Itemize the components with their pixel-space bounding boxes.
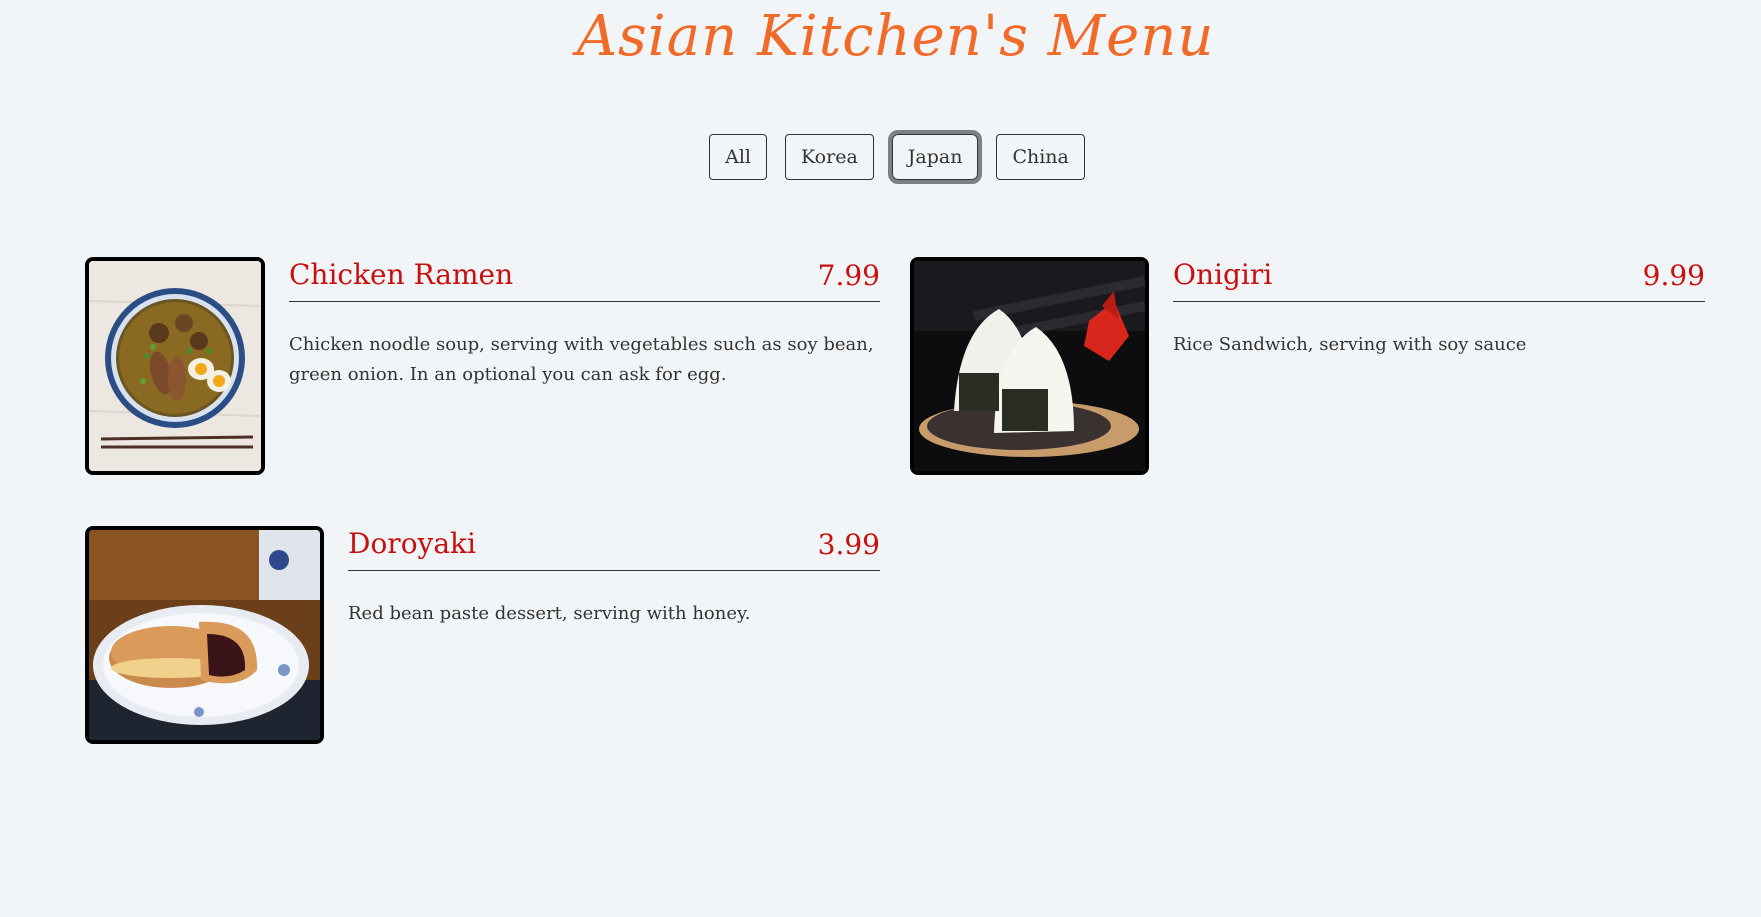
item-price: 9.99 (1642, 259, 1705, 292)
menu-item-onigiri: Onigiri 9.99 Rice Sandwich, serving with… (910, 257, 1705, 475)
page-title: Asian Kitchen's Menu (576, 4, 1215, 69)
chicken-ramen-header: Chicken Ramen 7.99 (289, 257, 880, 302)
onigiri-details: Onigiri 9.99 Rice Sandwich, serving with… (1173, 257, 1705, 475)
doroyaki-header: Doroyaki 3.99 (348, 526, 880, 571)
chicken-ramen-details: Chicken Ramen 7.99 Chicken noodle soup, … (289, 257, 880, 475)
doroyaki-image (89, 530, 320, 740)
item-name: Onigiri (1173, 258, 1273, 291)
filter-korea-button[interactable]: Korea (785, 134, 874, 180)
item-name: Doroyaki (348, 527, 476, 560)
filter-china-button[interactable]: China (996, 134, 1085, 180)
item-name: Chicken Ramen (289, 258, 514, 291)
item-price: 7.99 (817, 259, 880, 292)
filter-all-button[interactable]: All (709, 134, 767, 180)
onigiri-image (914, 261, 1145, 471)
item-description: Red bean paste dessert, serving with hon… (348, 603, 751, 624)
menu-item-doroyaki: Doroyaki 3.99 Red bean paste dessert, se… (85, 526, 880, 744)
category-filters: All Korea Japan China (0, 130, 1761, 184)
menu-item-chicken-ramen: Chicken Ramen 7.99 Chicken noodle soup, … (85, 257, 880, 475)
item-description: Rice Sandwich, serving with soy sauce (1173, 334, 1527, 355)
doroyaki-details: Doroyaki 3.99 Red bean paste dessert, se… (348, 526, 880, 744)
chicken-ramen-photo (85, 257, 265, 475)
filter-japan-button[interactable]: Japan (887, 130, 983, 184)
item-description: Chicken noodle soup, serving with vegeta… (289, 334, 874, 385)
item-price: 3.99 (817, 528, 880, 561)
onigiri-header: Onigiri 9.99 (1173, 257, 1705, 302)
ramen-bowl-image (89, 261, 261, 471)
doroyaki-photo (85, 526, 324, 744)
onigiri-photo (910, 257, 1149, 475)
page: Asian Kitchen's Menu All Korea Japan Chi… (0, 0, 1761, 917)
